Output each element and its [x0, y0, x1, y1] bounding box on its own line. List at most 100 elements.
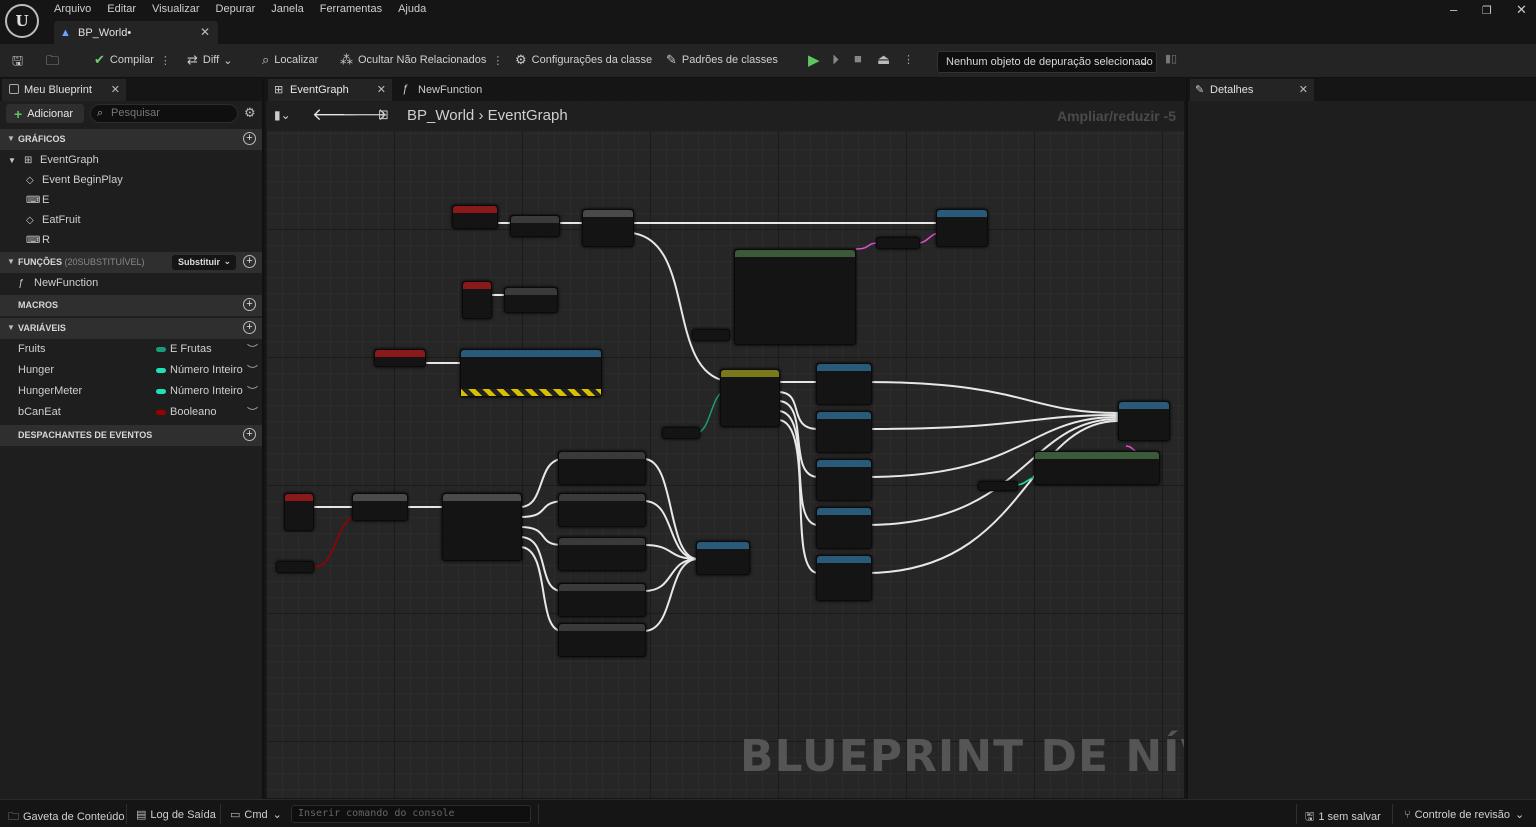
node-get-caneat[interactable] — [276, 561, 314, 573]
document-tab[interactable]: ▲ BP_World• ✕ — [54, 21, 218, 44]
section-graphs[interactable]: ▼ GRÁFICOS + — [0, 129, 262, 150]
eject-icon[interactable]: ⏏ — [877, 51, 890, 68]
section-event-dispatchers[interactable]: DESPACHANTES DE EVENTOS + — [0, 425, 262, 446]
output-log-button[interactable]: ▤ Log de Saída — [136, 808, 216, 821]
node-sequence[interactable] — [582, 209, 634, 247]
node-eatfruit-call[interactable] — [696, 541, 750, 575]
node-write-fruit-1[interactable] — [816, 363, 872, 405]
diff-button[interactable]: ⇄ Diff ⌄ — [187, 52, 232, 68]
node-branch[interactable] — [510, 215, 560, 237]
add-function-icon[interactable]: + — [243, 255, 256, 268]
play-icon[interactable]: ▶ — [808, 51, 820, 69]
node-set-fruits-3[interactable] — [558, 537, 646, 571]
bookmark-icon[interactable]: ▮⌄ — [274, 108, 291, 122]
stop-icon[interactable]: ■ — [854, 51, 862, 66]
menu-ajuda[interactable]: Ajuda — [390, 2, 434, 16]
node-print-string-right[interactable] — [1118, 401, 1170, 441]
node-print-string-begin[interactable] — [460, 349, 602, 397]
hide-options-icon[interactable]: ⋮ — [492, 54, 503, 67]
node-select[interactable] — [734, 249, 856, 345]
node-eatfruit-event[interactable] — [452, 205, 498, 229]
section-functions[interactable]: ▼ FUNÇÕES (20SUBSTITUÍVEL) Substituir ⌄ … — [0, 252, 262, 273]
menu-visualizar[interactable]: Visualizar — [144, 2, 208, 16]
section-variables[interactable]: ▼ VARIÁVEIS + — [0, 318, 262, 339]
node-set-fruits-4[interactable] — [558, 583, 646, 617]
details-tab[interactable]: ✎ Detalhes ✕ — [1190, 79, 1314, 101]
add-variable-icon[interactable]: + — [243, 321, 256, 334]
cmd-dropdown[interactable]: ▭ Cmd ⌄ — [230, 808, 282, 821]
node-set-fruits-2[interactable] — [558, 493, 646, 527]
search-input[interactable]: ⌕ Pesquisar — [90, 104, 238, 123]
node-print-string-top[interactable] — [936, 209, 988, 247]
add-button[interactable]: + Adicionar — [6, 104, 84, 123]
section-macros[interactable]: MACROS + — [0, 295, 262, 316]
menu-depurar[interactable]: Depurar — [208, 2, 264, 16]
breadcrumb-current[interactable]: EventGraph — [488, 107, 568, 124]
gear-icon[interactable]: ⚙ — [244, 105, 256, 121]
play-options-icon[interactable]: ⋮ — [903, 53, 914, 66]
graph-item-r[interactable]: ⌨ R — [0, 230, 262, 250]
my-blueprint-tab[interactable]: Meu Blueprint ✕ — [2, 79, 126, 101]
menu-editar[interactable]: Editar — [99, 2, 144, 16]
variable-row-hungermeter[interactable]: HungerMeter Número Inteiro ︶ — [0, 381, 262, 402]
step-icon[interactable]: ⏵ — [832, 51, 839, 68]
event-graph-canvas[interactable]: ▮⌄ 🡐 🡒 ⊞ BP_World › EventGraph Ampliar/r… — [266, 101, 1184, 798]
node-write-fruit-3[interactable] — [816, 459, 872, 501]
content-drawer-button[interactable]: 🗀 Gaveta de Conteúdo — [8, 808, 125, 827]
compile-options-icon[interactable]: ⋮ — [160, 54, 171, 67]
node-write-fruit-5[interactable] — [816, 555, 872, 601]
close-icon[interactable]: ✕ — [377, 83, 386, 96]
visibility-eye-icon[interactable]: ︶ — [247, 341, 258, 357]
unreal-logo[interactable]: U — [5, 4, 39, 38]
node-event-beginplay[interactable] — [374, 349, 426, 367]
save-icon[interactable]: 🖫 — [12, 52, 28, 74]
variable-row-hunger[interactable]: Hunger Número Inteiro ︶ — [0, 360, 262, 381]
visibility-eye-icon[interactable]: ︶ — [247, 404, 258, 420]
node-set-fruits-1[interactable] — [558, 451, 646, 485]
maximize-button[interactable]: ❐ — [1482, 4, 1492, 17]
class-defaults-button[interactable]: ✎ Padrões de classes — [666, 52, 778, 68]
compile-button[interactable]: ✔ Compilar ⋮ — [94, 52, 171, 68]
add-dispatcher-icon[interactable]: + — [243, 428, 256, 441]
add-graph-icon[interactable]: + — [243, 132, 256, 145]
tab-newfunction[interactable]: ƒ NewFunction — [396, 79, 506, 101]
hide-unrelated-button[interactable]: ⁂ Ocultar Não Relacionados ⋮ — [340, 52, 503, 68]
visibility-eye-icon[interactable]: ︶ — [247, 362, 258, 378]
node-key-r[interactable] — [284, 493, 314, 531]
graph-item-eventgraph[interactable]: ▼ ⊞ EventGraph — [0, 150, 262, 170]
debug-filter-icon[interactable]: ▮▯ — [1165, 52, 1177, 65]
visibility-eye-icon[interactable]: ︶ — [247, 383, 258, 399]
tab-eventgraph[interactable]: ⊞ EventGraph ✕ — [268, 79, 392, 101]
class-settings-button[interactable]: ⚙ Configurações da classe — [515, 52, 652, 68]
variable-row-fruits[interactable]: Fruits E Frutas ︶ — [0, 339, 262, 360]
node-set-fruits-5[interactable] — [558, 623, 646, 657]
function-item-newfunction[interactable]: ƒ NewFunction — [0, 273, 262, 293]
close-icon[interactable]: ✕ — [111, 83, 120, 96]
minimize-button[interactable]: – — [1450, 2, 1457, 17]
node-switch-fruits[interactable] — [720, 369, 780, 427]
node-key-e[interactable] — [462, 281, 492, 319]
breadcrumb-root[interactable]: BP_World — [407, 107, 474, 124]
node-set-caneat[interactable] — [504, 287, 558, 313]
console-input[interactable]: Inserir comando do console — [291, 805, 531, 823]
node-write-fruit-4[interactable] — [816, 507, 872, 549]
variable-row-bcaneat[interactable]: bCanEat Booleano ︶ — [0, 402, 262, 423]
close-window-button[interactable]: ✕ — [1516, 2, 1527, 18]
node-append[interactable] — [876, 237, 920, 249]
add-macro-icon[interactable]: + — [243, 298, 256, 311]
node-get-fruits-1[interactable] — [692, 329, 730, 341]
node-format-text[interactable] — [1034, 451, 1160, 485]
graph-item-eatfruit[interactable]: ◇ EatFruit — [0, 210, 262, 230]
menu-janela[interactable]: Janela — [263, 2, 311, 16]
node-get-hungermeter[interactable] — [978, 481, 1018, 491]
debug-object-select[interactable]: Nenhum objeto de depuração selecionado ⌄ — [937, 51, 1157, 73]
node-write-fruit-2[interactable] — [816, 411, 872, 453]
menu-ferramentas[interactable]: Ferramentas — [312, 2, 390, 16]
node-get-fruits-2[interactable] — [662, 427, 700, 439]
close-icon[interactable]: ✕ — [1299, 83, 1308, 96]
close-tab-icon[interactable]: ✕ — [200, 25, 210, 39]
graph-item-e[interactable]: ⌨ E — [0, 190, 262, 210]
locate-button[interactable]: ⌕ Localizar — [262, 52, 318, 68]
browse-icon[interactable]: 🗀 — [46, 52, 64, 74]
node-branch-r[interactable] — [352, 493, 408, 521]
